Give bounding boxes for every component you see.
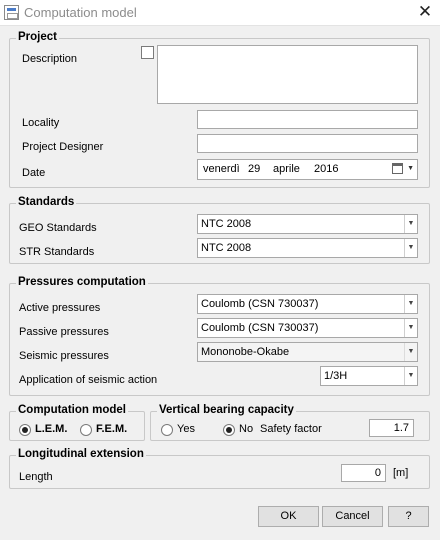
date-day[interactable]: 29 xyxy=(248,163,260,175)
standards-legend: Standards xyxy=(16,196,77,208)
project-group: Project Description Locality Project Des… xyxy=(9,31,430,188)
seismic-pressures-value: Mononobe-Okabe xyxy=(201,346,290,358)
chevron-down-icon[interactable]: ▼ xyxy=(404,215,417,233)
window-title: Computation model xyxy=(24,5,137,20)
chevron-down-icon[interactable]: ▼ xyxy=(404,319,417,337)
chevron-down-icon[interactable]: ▼ xyxy=(404,367,417,385)
title-bar: Computation model ✕ xyxy=(0,0,440,26)
project-designer-input[interactable] xyxy=(197,134,418,153)
description-textarea[interactable] xyxy=(157,45,418,104)
pressures-group: Pressures computation Active pressures C… xyxy=(9,276,430,396)
passive-pressures-value: Coulomb (CSN 730037) xyxy=(201,322,319,334)
longitudinal-group: Longitudinal extension Length 0 [m] xyxy=(9,448,430,489)
project-legend: Project xyxy=(16,31,59,43)
project-designer-label: Project Designer xyxy=(22,141,104,153)
fem-label[interactable]: F.E.M. xyxy=(96,423,127,435)
lem-radio[interactable] xyxy=(19,424,31,436)
bearing-yes-label[interactable]: Yes xyxy=(177,423,195,435)
length-input[interactable]: 0 xyxy=(341,464,386,482)
seismic-action-select[interactable]: 1/3H ▼ xyxy=(320,366,418,386)
calendar-icon[interactable] xyxy=(392,163,403,174)
cancel-button[interactable]: Cancel xyxy=(322,506,383,527)
date-label: Date xyxy=(22,167,46,179)
help-button[interactable]: ? xyxy=(388,506,429,527)
fem-radio[interactable] xyxy=(80,424,92,436)
close-icon[interactable]: ✕ xyxy=(410,0,440,26)
date-picker[interactable]: venerdì 29 aprile 2016 ▼ xyxy=(197,159,418,180)
chevron-down-icon[interactable]: ▼ xyxy=(404,239,417,257)
description-label: Description xyxy=(22,53,78,65)
locality-label: Locality xyxy=(22,117,60,129)
app-window-icon xyxy=(4,5,19,20)
active-pressures-select[interactable]: Coulomb (CSN 730037) ▼ xyxy=(197,294,418,314)
str-standards-label: STR Standards xyxy=(19,246,95,258)
pressures-legend: Pressures computation xyxy=(16,276,148,288)
active-pressures-label: Active pressures xyxy=(19,302,101,314)
description-checkbox[interactable] xyxy=(141,46,154,59)
str-standards-select[interactable]: NTC 2008 ▼ xyxy=(197,238,418,258)
standards-group: Standards GEO Standards NTC 2008 ▼ STR S… xyxy=(9,196,430,264)
ok-button[interactable]: OK xyxy=(258,506,319,527)
seismic-pressures-label: Seismic pressures xyxy=(19,350,109,362)
longitudinal-legend: Longitudinal extension xyxy=(16,448,146,460)
bearing-yes-radio[interactable] xyxy=(161,424,173,436)
bearing-capacity-group: Vertical bearing capacity Yes No Safety … xyxy=(150,404,430,441)
length-unit: [m] xyxy=(393,467,409,479)
locality-input[interactable] xyxy=(197,110,418,129)
length-label: Length xyxy=(19,471,53,483)
str-standards-value: NTC 2008 xyxy=(201,242,252,254)
date-month[interactable]: aprile xyxy=(273,163,300,175)
geo-standards-label: GEO Standards xyxy=(19,222,97,234)
lem-label[interactable]: L.E.M. xyxy=(35,423,67,435)
chevron-down-icon[interactable]: ▼ xyxy=(404,343,417,361)
seismic-action-label: Application of seismic action xyxy=(19,374,158,386)
safety-factor-label: Safety factor xyxy=(260,423,322,435)
chevron-down-icon[interactable]: ▼ xyxy=(407,160,414,178)
date-weekday[interactable]: venerdì xyxy=(203,163,240,175)
bearing-capacity-legend: Vertical bearing capacity xyxy=(157,404,296,416)
chevron-down-icon[interactable]: ▼ xyxy=(404,295,417,313)
seismic-pressures-select[interactable]: Mononobe-Okabe ▼ xyxy=(197,342,418,362)
bearing-no-radio[interactable] xyxy=(223,424,235,436)
active-pressures-value: Coulomb (CSN 730037) xyxy=(201,298,319,310)
bearing-no-label[interactable]: No xyxy=(239,423,253,435)
safety-factor-input[interactable]: 1.7 xyxy=(369,419,414,437)
passive-pressures-label: Passive pressures xyxy=(19,326,109,338)
passive-pressures-select[interactable]: Coulomb (CSN 730037) ▼ xyxy=(197,318,418,338)
geo-standards-select[interactable]: NTC 2008 ▼ xyxy=(197,214,418,234)
computation-model-group: Computation model L.E.M. F.E.M. xyxy=(9,404,145,441)
date-year[interactable]: 2016 xyxy=(314,163,338,175)
geo-standards-value: NTC 2008 xyxy=(201,218,252,230)
seismic-action-value: 1/3H xyxy=(324,370,348,382)
computation-model-legend: Computation model xyxy=(16,404,128,416)
